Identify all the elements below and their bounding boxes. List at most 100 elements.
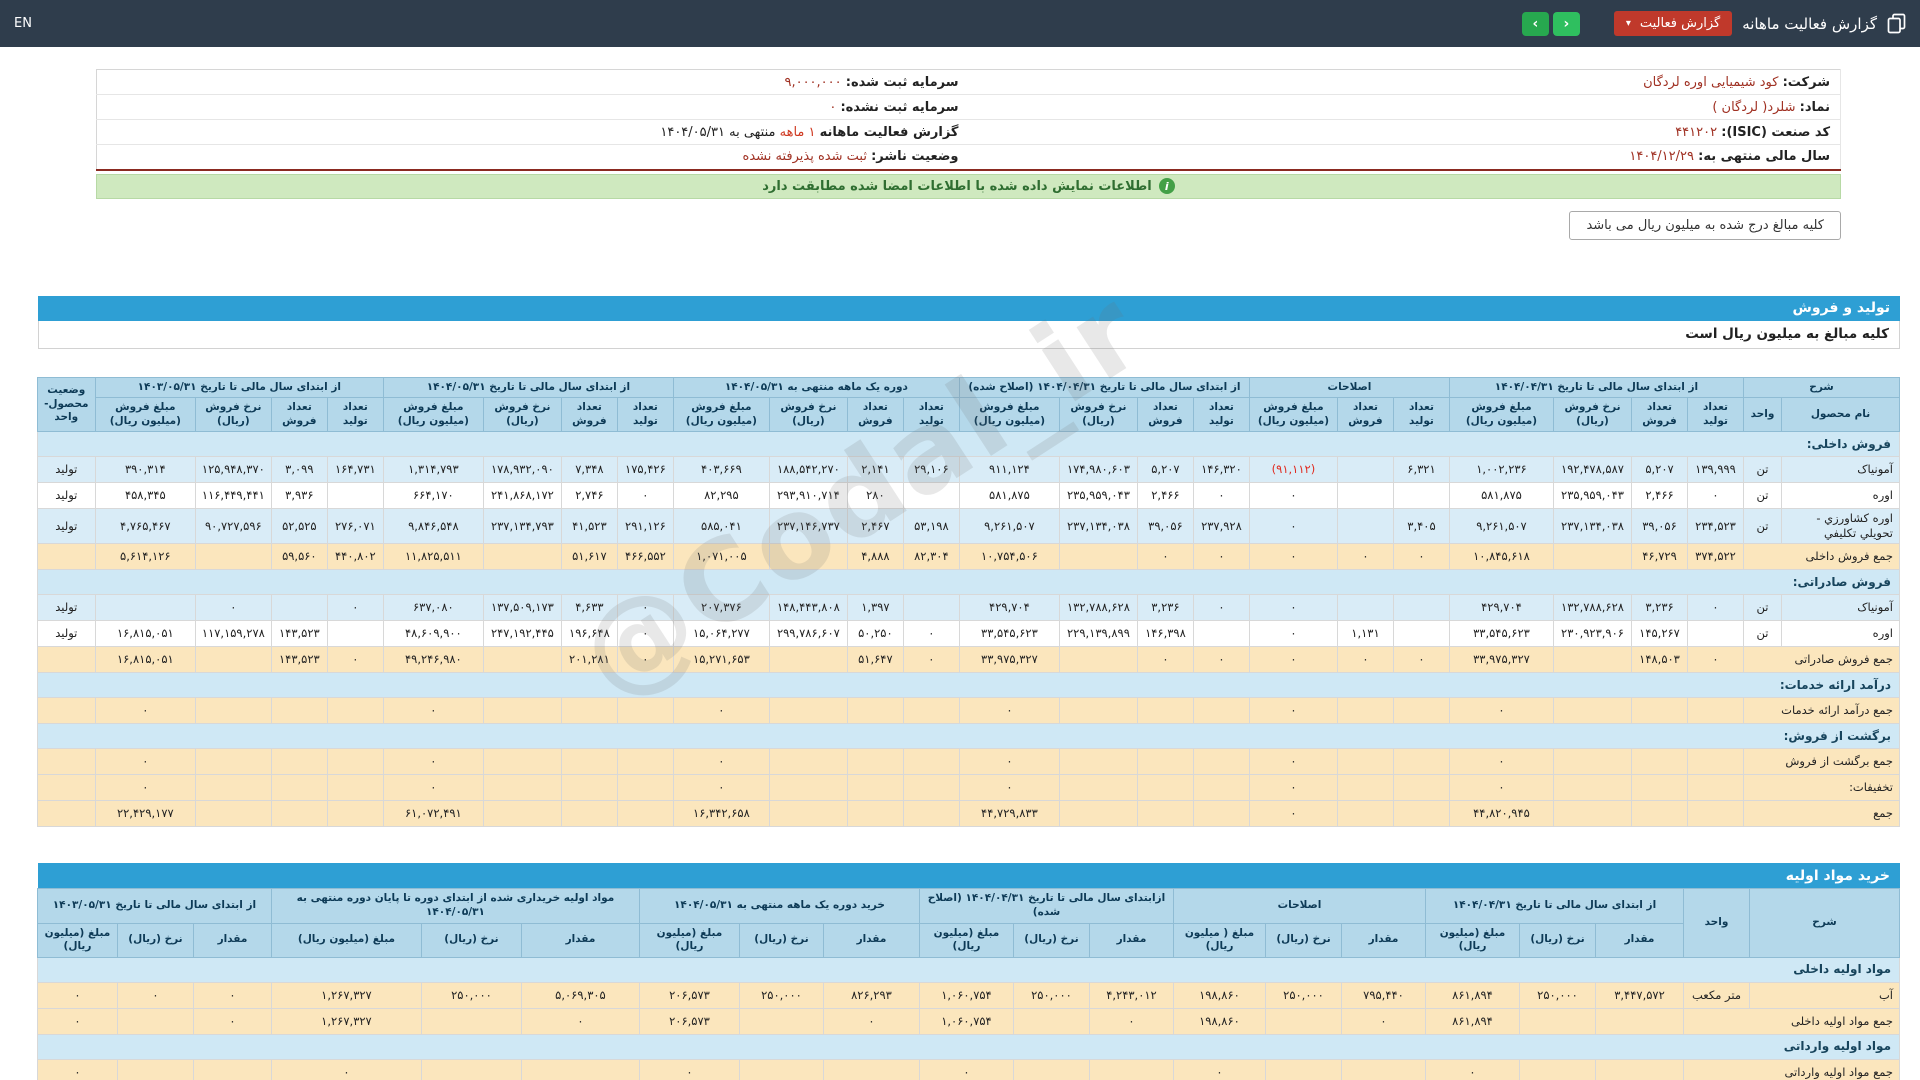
value-cell: [1012, 1007, 1090, 1035]
value-cell: [1553, 543, 1632, 571]
value-cell: ۱,۰۶۰,۷۵۴: [918, 1007, 1014, 1035]
column-header: نرخ فروش (ریال): [1058, 397, 1138, 433]
value-cell: ۰: [958, 748, 1060, 776]
value-cell: ۲۸۰: [846, 482, 904, 510]
value-cell: ۱۴۵,۲۶۷: [1631, 620, 1688, 648]
value-cell: ۹,۲۶۱,۵۰۷: [958, 508, 1060, 545]
column-header: تعداد تولید: [1192, 397, 1250, 433]
value-cell: ۰: [1336, 646, 1394, 674]
signature-match-notice: i اطلاعات نمایش داده شده با اطلاعات امضا…: [96, 173, 1841, 199]
row-label: جمع: [1743, 800, 1900, 828]
value-cell: ۰: [1448, 697, 1555, 725]
column-header: تعداد تولید: [326, 397, 384, 433]
column-header: مقدار: [520, 922, 640, 958]
value-cell: [1553, 748, 1632, 776]
value-cell: ۱,۲۶۷,۳۲۷: [270, 1007, 422, 1035]
value-cell: ۱۴۳,۵۲۳: [270, 646, 328, 674]
value-cell: ۹۱۱,۱۲۴: [958, 456, 1060, 484]
million-rial-tab[interactable]: کلیه مبالغ درج شده به میلیون ریال می باش…: [1569, 210, 1841, 240]
info-label: وضعیت ناشر:: [871, 149, 959, 165]
status-cell: [36, 800, 96, 828]
column-header: تعداد تولید: [616, 397, 674, 433]
prev-report-button[interactable]: ‹: [1521, 11, 1549, 36]
info-label: شرکت:: [1782, 74, 1830, 90]
value-cell: ۵,۰۶۹,۳۰۵: [520, 981, 640, 1009]
data-row: جمع فروش صادراتی ۰ ۱۴۸,۵۰۳ ۳۳,۹۷۵,۳۲۷ ۰ ۰ ۰ ۰ ۰ ۳…: [36, 646, 1900, 674]
info-label: گزارش فعالیت ماهانه: [819, 124, 959, 140]
value-cell: [1595, 1007, 1684, 1035]
value-cell: [1392, 748, 1450, 776]
row-label: آب: [1749, 981, 1900, 1009]
desc-header: شرح: [1743, 376, 1900, 399]
value-cell: ۴۴,۷۲۹,۸۳۳: [958, 800, 1060, 828]
report-dropdown-button[interactable]: گزارش فعالیت ▾: [1613, 11, 1733, 36]
value-cell: ۲۹,۱۰۶: [902, 456, 960, 484]
value-cell: [482, 543, 562, 571]
data-row: جمع مواد اولیه داخلی ۸۶۱,۸۹۴ ۰ ۱۹۸,۸۶۰ ۰ ۱,۰۶…: [36, 1007, 1900, 1035]
info-value: ۰: [829, 99, 837, 115]
value-cell: [1336, 508, 1394, 545]
production-sales-table: شرح از ابتدای سال مالی تا تاریخ ۱۴۰۴/۰۴/۳…: [36, 376, 1901, 828]
value-cell: ۳۳,۵۴۵,۶۲۳: [958, 620, 1060, 648]
value-cell: ۴۰۳,۶۶۹: [672, 456, 770, 484]
info-cell-report-period: گزارش فعالیت ماهانه ۱ ماهه منتهی به ۱۴۰۴…: [96, 119, 969, 145]
value-cell: ۸۶۱,۸۹۴: [1425, 1007, 1520, 1035]
value-cell: [1392, 697, 1450, 725]
column-header: مبلغ (میلیون ریال): [270, 922, 422, 958]
report-button-label: گزارش فعالیت: [1639, 16, 1721, 31]
column-header: نرخ (ریال): [1265, 922, 1342, 958]
value-cell: [326, 774, 384, 802]
value-cell: [1631, 800, 1688, 828]
value-cell: ۰: [958, 697, 1060, 725]
value-cell: [1336, 594, 1394, 622]
value-cell: ۲۲,۴۲۹,۱۷۷: [94, 800, 196, 828]
value-cell: [1058, 697, 1138, 725]
info-icon: i: [1158, 178, 1175, 194]
value-cell: ۰: [1687, 482, 1744, 510]
value-cell: [616, 697, 674, 725]
group-header: از ابتدای سال مالی تا تاریخ ۱۴۰۴/۰۵/۳۱: [382, 376, 674, 399]
page-title: گزارش فعالیت ماهانه: [1742, 14, 1877, 33]
value-cell: [1553, 800, 1632, 828]
value-cell: ۱۳۷,۵۰۹,۱۷۳: [482, 594, 562, 622]
raw-materials-section-bar: خرید مواد اولیه: [38, 863, 1900, 889]
company-info: شرکت: کود شیمیایی اوره لردگان سرمایه ثبت…: [96, 69, 1841, 171]
value-cell: ۱,۰۰۲,۲۳۶: [1448, 456, 1555, 484]
value-cell: ۰: [1392, 646, 1450, 674]
copy-report-icon[interactable]: [1887, 13, 1906, 34]
column-header: مبلغ فروش (میلیون ریال): [382, 397, 484, 433]
column-header: تعداد تولید: [1687, 397, 1744, 433]
value-cell: ۴۲۹,۷۰۴: [958, 594, 1060, 622]
value-cell: ۱۱۶,۴۴۹,۴۴۱: [194, 482, 272, 510]
info-cell-company: شرکت: کود شیمیایی اوره لردگان: [968, 69, 1841, 95]
data-row: اوره کشاورزي - تحويلي تکليفي تن ۲۳۴,۵۲۳ ۳۹,…: [36, 508, 1900, 545]
data-row: جمع برگشت از فروش ۰ ۰ ۰ ۰ ۰ ۰: [36, 748, 1900, 776]
value-cell: ۰: [1687, 594, 1744, 622]
unit-header: واحد: [1743, 397, 1782, 433]
data-row: جمع درآمد ارائه خدمات ۰ ۰ ۰ ۰ ۰ ۰: [36, 697, 1900, 725]
value-cell: [1553, 646, 1632, 674]
value-cell: [1136, 748, 1194, 776]
value-cell: ۰: [94, 748, 196, 776]
value-cell: ۲۳۷,۱۳۴,۰۳۸: [1058, 508, 1138, 545]
section-label: فروش صادراتی:: [36, 569, 1901, 596]
info-value: ۹,۰۰۰,۰۰۰: [784, 74, 842, 90]
value-cell: ۴۸,۶۰۹,۹۰۰: [382, 620, 484, 648]
next-report-button[interactable]: ›: [1552, 11, 1580, 36]
value-cell: [1192, 748, 1250, 776]
column-header: مبلغ فروش (میلیون ریال): [94, 397, 196, 433]
language-en-link[interactable]: EN: [14, 16, 32, 31]
section-label: مواد اولیه داخلی: [36, 956, 1901, 983]
row-label: جمع برگشت از فروش: [1743, 748, 1900, 776]
value-cell: [1265, 1058, 1342, 1080]
value-cell: ۰: [36, 981, 118, 1009]
info-row: کد صنعت (ISIC): ۴۴۱۲۰۲ گزارش فعالیت ماها…: [96, 119, 1841, 145]
column-header: نرخ فروش (ریال): [194, 397, 272, 433]
value-cell: [1553, 697, 1632, 725]
value-cell: ۲۳۴,۵۲۳: [1687, 508, 1744, 545]
value-cell: ۲۴۷,۱۹۲,۴۴۵: [482, 620, 562, 648]
value-cell: [846, 800, 904, 828]
value-cell: ۸۲۶,۲۹۳: [822, 981, 920, 1009]
table-header: شرح از ابتدای سال مالی تا تاریخ ۱۴۰۴/۰۴/۳…: [36, 376, 1900, 433]
value-cell: [520, 1058, 640, 1080]
